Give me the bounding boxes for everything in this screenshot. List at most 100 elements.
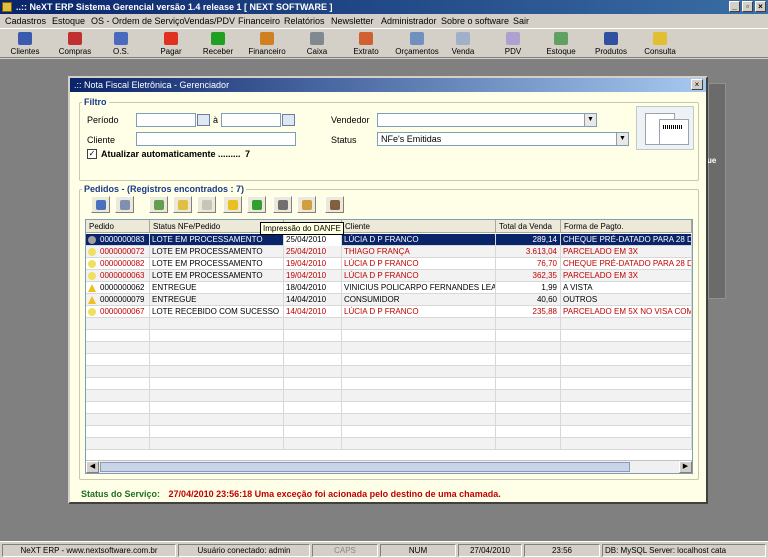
- print-danfe-button[interactable]: [273, 196, 292, 213]
- search-button[interactable]: [91, 196, 110, 213]
- column-header-pedido[interactable]: Pedido: [86, 220, 150, 233]
- period-end-input[interactable]: [221, 113, 281, 127]
- table-cell-status: [150, 318, 284, 330]
- menu-financeiro[interactable]: Financeiro: [238, 14, 280, 28]
- cell-text: CHEQUE PRÉ-DATADO PARA 28 DI: [563, 235, 692, 244]
- minimize-button[interactable]: _: [729, 1, 740, 12]
- edit-button[interactable]: [297, 196, 316, 213]
- cell-text: A VISTA: [563, 283, 593, 292]
- dialog-close-button[interactable]: ×: [691, 79, 703, 90]
- close-button[interactable]: ×: [755, 1, 766, 12]
- toolbar-button-caixa[interactable]: Caixa: [298, 31, 336, 57]
- toolbar-button-estoque[interactable]: Estoque: [540, 31, 582, 57]
- period-start-input[interactable]: [136, 113, 196, 127]
- toolbar-button-pdv[interactable]: PDV: [496, 31, 530, 57]
- chevron-down-icon[interactable]: ▼: [584, 114, 596, 126]
- column-header-pagamento[interactable]: Forma de Pagto.: [561, 220, 692, 233]
- orders-legend: Pedidos - (Registros encontrados : 7): [84, 184, 245, 194]
- send-button[interactable]: [173, 196, 192, 213]
- auto-update-seconds: 7: [245, 149, 251, 159]
- exit-button[interactable]: [325, 196, 344, 213]
- toolbar-button-consulta[interactable]: Consulta: [638, 31, 682, 57]
- table-row[interactable]: 0000000067 LOTE RECEBIDO COM SUCESSO 14/04…: [86, 306, 692, 318]
- refresh-button[interactable]: [247, 196, 266, 213]
- table-row[interactable]: 0000000079 ENTREGUE 14/04/2010 CONSUMIDOR 40…: [86, 294, 692, 306]
- table-cell-cliente: LÚCIA D P FRANCO: [342, 234, 496, 246]
- cell-text: LOTE RECEBIDO COM SUCESSO: [152, 307, 280, 316]
- cell-text: PARCELADO EM 3X: [563, 271, 638, 280]
- table-row[interactable]: 0000000062 ENTREGUE 18/04/2010 VINICIUS POL…: [86, 282, 692, 294]
- calendar-icon[interactable]: [197, 114, 210, 126]
- table-row[interactable]: 0000000072 LOTE EM PROCESSAMENTO 25/04/201…: [86, 246, 692, 258]
- table-row: [86, 414, 692, 426]
- column-header-cliente[interactable]: Cliente: [342, 220, 496, 233]
- toolbar-label: Compras: [58, 47, 92, 56]
- table-cell-pedido: 0000000082: [86, 258, 150, 270]
- table-cell-total: [496, 342, 561, 354]
- toolbar-button-extrato[interactable]: Extrato: [346, 31, 386, 57]
- toolbar-label: Caixa: [306, 47, 328, 56]
- table-cell-cliente: LÚCIA D P FRANCO: [342, 270, 496, 282]
- table-cell-cliente: [342, 318, 496, 330]
- table-cell-data: [284, 438, 342, 450]
- toolbar-button-financeiro[interactable]: Financeiro: [244, 31, 290, 57]
- cell-text: 0000000067: [100, 307, 145, 316]
- toolbar-button-produtos[interactable]: Produtos: [588, 31, 634, 57]
- client-input[interactable]: [136, 132, 296, 146]
- table-cell-data: [284, 402, 342, 414]
- table-row: [86, 342, 692, 354]
- auto-update-checkbox[interactable]: ✓: [87, 149, 97, 159]
- toolbar-button-clientes[interactable]: Clientes: [4, 31, 46, 57]
- menu-sair[interactable]: Sair: [513, 14, 529, 28]
- table-cell-pagto: [561, 330, 692, 342]
- warning-button[interactable]: [223, 196, 242, 213]
- table-cell-cliente: [342, 354, 496, 366]
- export-button[interactable]: [149, 196, 168, 213]
- toolbar-label: Financeiro: [248, 47, 286, 56]
- menu-os[interactable]: OS - Ordem de Serviço: [91, 14, 185, 28]
- service-status-label: Status do Serviço:: [81, 489, 161, 499]
- toolbar-button-receber[interactable]: Receber: [198, 31, 238, 57]
- cell-text: 76,70: [536, 259, 557, 268]
- disabled-button[interactable]: [197, 196, 216, 213]
- table-cell-pedido: 0000000079: [86, 294, 150, 306]
- cell-text: OUTROS: [563, 295, 598, 304]
- menu-cadastros[interactable]: Cadastros: [5, 14, 46, 28]
- scroll-thumb[interactable]: [100, 462, 630, 472]
- table-row[interactable]: 0000000063 LOTE EM PROCESSAMENTO 19/04/201…: [86, 270, 692, 282]
- table-cell-cliente: VINICIUS POLICARPO FERNANDES LEAL: [342, 282, 496, 294]
- pay-icon: [164, 32, 178, 45]
- quotes-icon: [410, 32, 424, 45]
- table-row[interactable]: 0000000082 LOTE EM PROCESSAMENTO 19/04/201…: [86, 258, 692, 270]
- status-select[interactable]: NFe's Emitidas ▼: [377, 132, 629, 146]
- column-header-total[interactable]: Total da Venda: [496, 220, 561, 233]
- calendar-icon[interactable]: [282, 114, 295, 126]
- menu-vendas[interactable]: Vendas/PDV: [184, 14, 235, 28]
- view-xml-button[interactable]: [115, 196, 134, 213]
- toolbar-button-venda[interactable]: Venda: [446, 31, 480, 57]
- toolbar-button-compras[interactable]: Compras: [54, 31, 96, 57]
- menu-administrador[interactable]: Administrador: [381, 14, 437, 28]
- table-cell-status: [150, 354, 284, 366]
- table-row: [86, 354, 692, 366]
- toolbar-button-pagar[interactable]: Pagar: [154, 31, 188, 57]
- menu-estoque[interactable]: Estoque: [52, 14, 85, 28]
- maximize-button[interactable]: ▫: [742, 1, 753, 12]
- horizontal-scrollbar[interactable]: ◀ ▶: [86, 460, 692, 473]
- table-cell-pagto: [561, 402, 692, 414]
- scroll-right-icon[interactable]: ▶: [679, 461, 692, 473]
- table-cell-status: [150, 426, 284, 438]
- warning-icon: [88, 296, 96, 304]
- seller-select[interactable]: ▼: [377, 113, 597, 127]
- menu-sobre[interactable]: Sobre o software: [441, 14, 509, 28]
- menu-newsletter[interactable]: Newsletter: [331, 14, 374, 28]
- scroll-left-icon[interactable]: ◀: [86, 461, 99, 473]
- toolbar-button-o-s-[interactable]: O.S.: [104, 31, 138, 57]
- table-row[interactable]: 0000000083 LOTE EM PROCESSAMENTO 25/04/201…: [86, 234, 692, 246]
- table-cell-total: [496, 378, 561, 390]
- chevron-down-icon[interactable]: ▼: [616, 133, 628, 145]
- menu-relatorios[interactable]: Relatórios: [284, 14, 325, 28]
- toolbar-label: Extrato: [353, 47, 379, 56]
- table-cell-pedido: [86, 378, 150, 390]
- toolbar-button-or-amentos[interactable]: Orçamentos: [390, 31, 444, 57]
